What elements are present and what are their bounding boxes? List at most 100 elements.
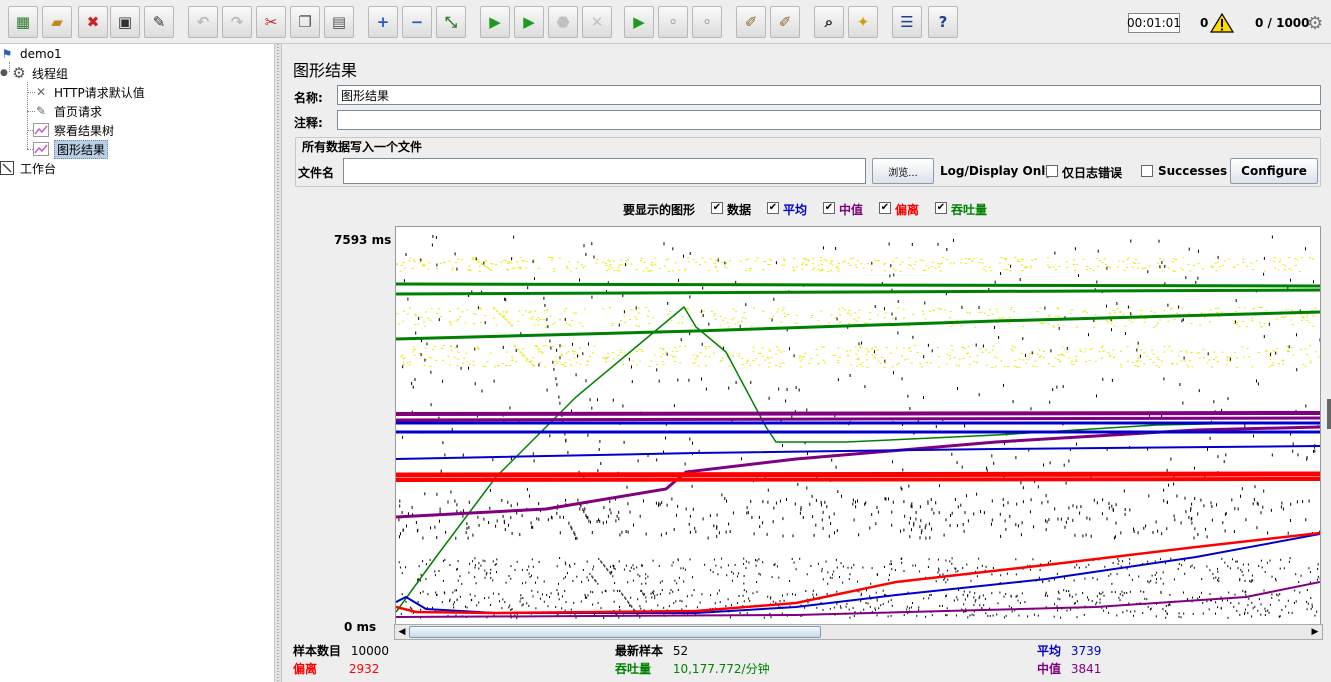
data-point — [962, 523, 964, 526]
scroll-thumb[interactable] — [409, 626, 821, 638]
configure-button[interactable]: Configure — [1230, 158, 1318, 184]
scroll-left-icon[interactable]: ◀ — [395, 625, 409, 639]
toggle-button[interactable]: ⤡ — [436, 6, 466, 38]
data-point — [1298, 581, 1300, 583]
search-button[interactable]: ⌕ — [814, 6, 844, 38]
data-point — [1061, 346, 1064, 348]
data-point — [1035, 366, 1038, 367]
redo-button[interactable]: ↷ — [222, 6, 252, 38]
median-checkbox[interactable]: ✔ — [823, 202, 835, 214]
data-point — [609, 264, 612, 266]
data-point — [555, 377, 557, 381]
successes-checkbox[interactable] — [1141, 165, 1153, 177]
data-point — [675, 600, 677, 603]
throughput-checkbox[interactable]: ✔ — [935, 202, 947, 214]
data-point — [1003, 269, 1006, 271]
data-point — [619, 533, 621, 537]
clear-button[interactable]: ✐ — [736, 6, 766, 38]
filename-field[interactable] — [343, 158, 866, 184]
scroll-right-icon[interactable]: ▶ — [1308, 625, 1322, 639]
panel-scroll-handle[interactable] — [1327, 399, 1331, 429]
tree-item-test-plan[interactable]: ⚑ demo1 — [0, 45, 62, 63]
data-point — [543, 600, 545, 603]
data-point — [544, 326, 547, 328]
data-point — [1152, 353, 1155, 355]
save-button[interactable]: ▣ — [110, 6, 140, 38]
average-checkbox[interactable]: ✔ — [767, 202, 779, 214]
data-point — [1088, 598, 1090, 601]
name-field[interactable] — [337, 85, 1321, 105]
data-point — [854, 264, 857, 266]
remote-start-button[interactable]: ▶ — [624, 6, 654, 38]
tree-item-graph-results[interactable]: 图形结果 — [32, 139, 109, 159]
tree-item-http-defaults[interactable]: ✕ HTTP请求默认值 — [32, 83, 145, 101]
data-point — [739, 324, 741, 328]
undo-button[interactable]: ↶ — [188, 6, 218, 38]
tree-item-workbench[interactable]: 工作台 — [0, 159, 56, 177]
save-as-button[interactable]: ✎ — [144, 6, 174, 38]
data-point — [762, 561, 764, 564]
browse-button[interactable]: 浏览... — [872, 158, 934, 184]
data-point — [786, 498, 787, 501]
data-point — [1269, 358, 1272, 360]
data-point — [716, 270, 719, 272]
data-point — [1159, 558, 1161, 561]
open-button[interactable]: ▰ — [42, 6, 72, 38]
collapse-button[interactable]: − — [402, 6, 432, 38]
data-point — [459, 316, 462, 318]
stop-button[interactable]: ⬣ — [548, 6, 578, 38]
comment-field[interactable] — [337, 110, 1321, 130]
data-point — [1137, 531, 1139, 535]
warning-icon[interactable] — [1210, 13, 1234, 33]
data-point — [891, 604, 893, 607]
remote-shutdown-button[interactable]: ⚬ — [692, 6, 722, 38]
expand-button[interactable]: + — [368, 6, 398, 38]
expand-toggle-icon[interactable]: ● — [0, 68, 10, 78]
data-point — [476, 346, 479, 348]
data-point — [1167, 267, 1170, 269]
data-point — [483, 261, 485, 265]
help-button[interactable]: ? — [928, 6, 958, 38]
remote-stop-button[interactable]: ⚬ — [658, 6, 688, 38]
remote-stop-icon: ⚬ — [666, 12, 680, 31]
errors-only-checkbox[interactable] — [1046, 165, 1058, 177]
deviation-checkbox[interactable]: ✔ — [879, 202, 891, 214]
data-point — [1306, 320, 1309, 321]
data-point — [989, 309, 992, 311]
graph-horizontal-scrollbar[interactable]: ◀ ▶ — [394, 624, 1323, 640]
data-point — [1108, 611, 1110, 614]
start-button[interactable]: ▶ — [480, 6, 510, 38]
data-point — [950, 325, 953, 327]
close-file-button[interactable]: ✖ — [78, 6, 108, 38]
data-point — [561, 355, 563, 357]
data-point — [520, 597, 522, 600]
tree-item-thread-group[interactable]: ● ⚙ 线程组 — [0, 64, 68, 82]
data-point — [1244, 424, 1246, 428]
shutdown-button[interactable]: ✕ — [582, 6, 612, 38]
data-point — [468, 265, 471, 267]
data-point — [473, 323, 476, 325]
data-point — [1157, 322, 1159, 324]
data-point — [946, 607, 948, 610]
data-point — [792, 534, 794, 538]
tree-item-homepage-request[interactable]: ✎ 首页请求 — [32, 102, 102, 120]
data-point — [925, 536, 927, 540]
data-point — [1236, 322, 1239, 324]
average-value: 3739 — [1070, 644, 1102, 658]
start-no-pause-button[interactable]: ▶ — [514, 6, 544, 38]
function-helper-button[interactable]: ☰ — [892, 6, 922, 38]
split-pane-divider[interactable] — [274, 44, 282, 682]
data-checkbox[interactable]: ✔ — [711, 202, 723, 214]
data-point — [937, 356, 940, 357]
cut-button[interactable]: ✂ — [256, 6, 286, 38]
copy-button[interactable]: ❐ — [290, 6, 320, 38]
data-point — [1263, 323, 1266, 325]
reset-search-button[interactable]: ✦ — [848, 6, 878, 38]
tree-item-view-results-tree[interactable]: 察看结果树 — [32, 121, 114, 139]
templates-button[interactable]: ▦ — [8, 6, 38, 38]
data-point — [1308, 499, 1310, 503]
data-point — [431, 243, 433, 247]
clear-all-button[interactable]: ✐ — [770, 6, 800, 38]
data-point — [438, 308, 441, 310]
paste-button[interactable]: ▤ — [324, 6, 354, 38]
